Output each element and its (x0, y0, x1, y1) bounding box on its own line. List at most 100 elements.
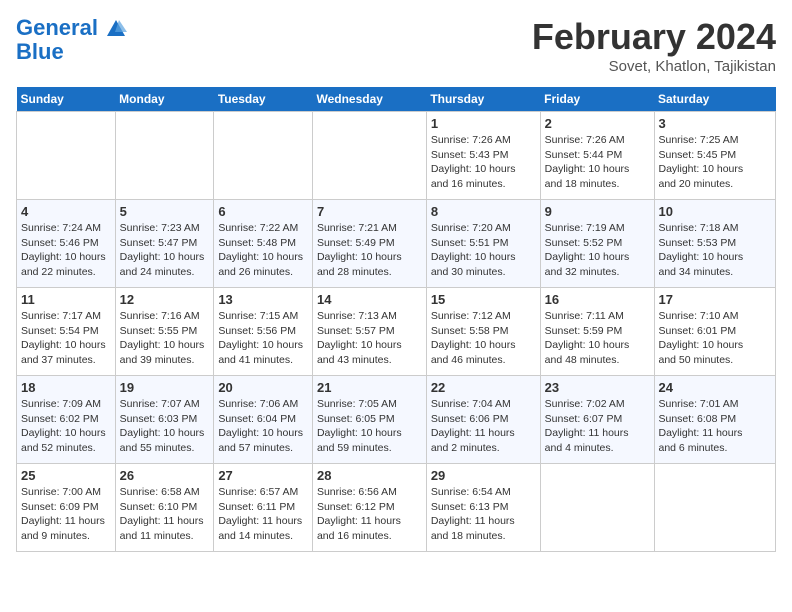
day-number: 3 (659, 116, 772, 131)
day-info: Sunrise: 6:56 AM Sunset: 6:12 PM Dayligh… (317, 485, 422, 544)
day-info: Sunrise: 7:12 AM Sunset: 5:58 PM Dayligh… (431, 309, 536, 368)
day-number: 11 (21, 292, 111, 307)
day-info: Sunrise: 7:04 AM Sunset: 6:06 PM Dayligh… (431, 397, 536, 456)
day-info: Sunrise: 7:17 AM Sunset: 5:54 PM Dayligh… (21, 309, 111, 368)
calendar-cell: 10Sunrise: 7:18 AM Sunset: 5:53 PM Dayli… (654, 200, 776, 288)
day-info: Sunrise: 7:26 AM Sunset: 5:44 PM Dayligh… (545, 133, 650, 192)
day-info: Sunrise: 6:58 AM Sunset: 6:10 PM Dayligh… (120, 485, 210, 544)
day-info: Sunrise: 7:07 AM Sunset: 6:03 PM Dayligh… (120, 397, 210, 456)
day-number: 21 (317, 380, 422, 395)
day-number: 2 (545, 116, 650, 131)
day-number: 29 (431, 468, 536, 483)
weekday-header-monday: Monday (115, 87, 214, 112)
calendar-cell: 16Sunrise: 7:11 AM Sunset: 5:59 PM Dayli… (540, 288, 654, 376)
day-number: 15 (431, 292, 536, 307)
calendar-cell: 14 Sunrise: 7:13 AM Sunset: 5:57 PM Dayli… (312, 288, 426, 376)
logo-icon (105, 18, 127, 40)
calendar-cell: 12 Sunrise: 7:16 AM Sunset: 5:55 PM Dayli… (115, 288, 214, 376)
day-number: 10 (659, 204, 772, 219)
calendar-cell: 1Sunrise: 7:26 AM Sunset: 5:43 PM Daylig… (426, 112, 540, 200)
weekday-header-sunday: Sunday (17, 87, 116, 112)
day-number: 13 (218, 292, 308, 307)
day-info: Sunrise: 7:10 AM Sunset: 6:01 PM Dayligh… (659, 309, 772, 368)
calendar-cell: 20 Sunrise: 7:06 AM Sunset: 6:04 PM Dayli… (214, 376, 313, 464)
calendar-cell (17, 112, 116, 200)
day-number: 19 (120, 380, 210, 395)
day-number: 12 (120, 292, 210, 307)
calendar-cell: 13Sunrise: 7:15 AM Sunset: 5:56 PM Dayli… (214, 288, 313, 376)
calendar-cell: 23 Sunrise: 7:02 AM Sunset: 6:07 PM Dayli… (540, 376, 654, 464)
calendar-cell: 9 Sunrise: 7:19 AM Sunset: 5:52 PM Daylig… (540, 200, 654, 288)
calendar-table: SundayMondayTuesdayWednesdayThursdayFrid… (16, 87, 776, 552)
calendar-cell: 27 Sunrise: 6:57 AM Sunset: 6:11 PM Dayli… (214, 464, 313, 552)
weekday-header-saturday: Saturday (654, 87, 776, 112)
calendar-cell: 5Sunrise: 7:23 AM Sunset: 5:47 PM Daylig… (115, 200, 214, 288)
day-number: 8 (431, 204, 536, 219)
day-number: 23 (545, 380, 650, 395)
calendar-week-2: 4Sunrise: 7:24 AM Sunset: 5:46 PM Daylig… (17, 200, 776, 288)
day-info: Sunrise: 7:02 AM Sunset: 6:07 PM Dayligh… (545, 397, 650, 456)
calendar-cell (654, 464, 776, 552)
day-number: 22 (431, 380, 536, 395)
logo-general: General (16, 15, 98, 40)
day-info: Sunrise: 6:54 AM Sunset: 6:13 PM Dayligh… (431, 485, 536, 544)
weekday-header-wednesday: Wednesday (312, 87, 426, 112)
day-number: 7 (317, 204, 422, 219)
calendar-cell: 29 Sunrise: 6:54 AM Sunset: 6:13 PM Dayli… (426, 464, 540, 552)
day-number: 27 (218, 468, 308, 483)
day-info: Sunrise: 7:00 AM Sunset: 6:09 PM Dayligh… (21, 485, 111, 544)
logo-blue: Blue (16, 40, 128, 64)
calendar-cell: 7 Sunrise: 7:21 AM Sunset: 5:49 PM Daylig… (312, 200, 426, 288)
logo: General Blue (16, 16, 128, 64)
day-info: Sunrise: 7:25 AM Sunset: 5:45 PM Dayligh… (659, 133, 772, 192)
calendar-cell: 25 Sunrise: 7:00 AM Sunset: 6:09 PM Dayli… (17, 464, 116, 552)
day-number: 20 (218, 380, 308, 395)
weekday-header-tuesday: Tuesday (214, 87, 313, 112)
calendar-cell (540, 464, 654, 552)
calendar-cell: 28 Sunrise: 6:56 AM Sunset: 6:12 PM Dayli… (312, 464, 426, 552)
calendar-cell (214, 112, 313, 200)
day-number: 14 (317, 292, 422, 307)
calendar-week-1: 1Sunrise: 7:26 AM Sunset: 5:43 PM Daylig… (17, 112, 776, 200)
calendar-week-3: 11 Sunrise: 7:17 AM Sunset: 5:54 PM Dayli… (17, 288, 776, 376)
day-number: 25 (21, 468, 111, 483)
day-number: 26 (120, 468, 210, 483)
calendar-cell: 15 Sunrise: 7:12 AM Sunset: 5:58 PM Dayli… (426, 288, 540, 376)
calendar-cell (115, 112, 214, 200)
day-info: Sunrise: 7:24 AM Sunset: 5:46 PM Dayligh… (21, 221, 111, 280)
day-info: Sunrise: 7:13 AM Sunset: 5:57 PM Dayligh… (317, 309, 422, 368)
day-info: Sunrise: 6:57 AM Sunset: 6:11 PM Dayligh… (218, 485, 308, 544)
calendar-week-4: 18 Sunrise: 7:09 AM Sunset: 6:02 PM Dayli… (17, 376, 776, 464)
calendar-cell: 18 Sunrise: 7:09 AM Sunset: 6:02 PM Dayli… (17, 376, 116, 464)
calendar-cell: 19 Sunrise: 7:07 AM Sunset: 6:03 PM Dayli… (115, 376, 214, 464)
weekday-header-thursday: Thursday (426, 87, 540, 112)
page-header: General Blue February 2024 Sovet, Khatlo… (16, 16, 776, 75)
calendar-cell: 17 Sunrise: 7:10 AM Sunset: 6:01 PM Dayli… (654, 288, 776, 376)
day-info: Sunrise: 7:21 AM Sunset: 5:49 PM Dayligh… (317, 221, 422, 280)
day-number: 24 (659, 380, 772, 395)
calendar-cell: 26 Sunrise: 6:58 AM Sunset: 6:10 PM Dayli… (115, 464, 214, 552)
title-block: February 2024 Sovet, Khatlon, Tajikistan (532, 16, 776, 75)
calendar-cell: 6Sunrise: 7:22 AM Sunset: 5:48 PM Daylig… (214, 200, 313, 288)
calendar-cell: 24Sunrise: 7:01 AM Sunset: 6:08 PM Dayli… (654, 376, 776, 464)
day-number: 9 (545, 204, 650, 219)
month-title: February 2024 (532, 16, 776, 58)
day-number: 28 (317, 468, 422, 483)
calendar-week-5: 25 Sunrise: 7:00 AM Sunset: 6:09 PM Dayli… (17, 464, 776, 552)
day-number: 18 (21, 380, 111, 395)
day-info: Sunrise: 7:16 AM Sunset: 5:55 PM Dayligh… (120, 309, 210, 368)
weekday-header-friday: Friday (540, 87, 654, 112)
day-info: Sunrise: 7:22 AM Sunset: 5:48 PM Dayligh… (218, 221, 308, 280)
day-number: 17 (659, 292, 772, 307)
day-info: Sunrise: 7:26 AM Sunset: 5:43 PM Dayligh… (431, 133, 536, 192)
day-info: Sunrise: 7:19 AM Sunset: 5:52 PM Dayligh… (545, 221, 650, 280)
logo-text: General (16, 16, 128, 40)
calendar-cell (312, 112, 426, 200)
day-info: Sunrise: 7:05 AM Sunset: 6:05 PM Dayligh… (317, 397, 422, 456)
calendar-cell: 22 Sunrise: 7:04 AM Sunset: 6:06 PM Dayli… (426, 376, 540, 464)
day-number: 16 (545, 292, 650, 307)
day-info: Sunrise: 7:06 AM Sunset: 6:04 PM Dayligh… (218, 397, 308, 456)
day-info: Sunrise: 7:20 AM Sunset: 5:51 PM Dayligh… (431, 221, 536, 280)
day-info: Sunrise: 7:09 AM Sunset: 6:02 PM Dayligh… (21, 397, 111, 456)
location-subtitle: Sovet, Khatlon, Tajikistan (532, 58, 776, 75)
